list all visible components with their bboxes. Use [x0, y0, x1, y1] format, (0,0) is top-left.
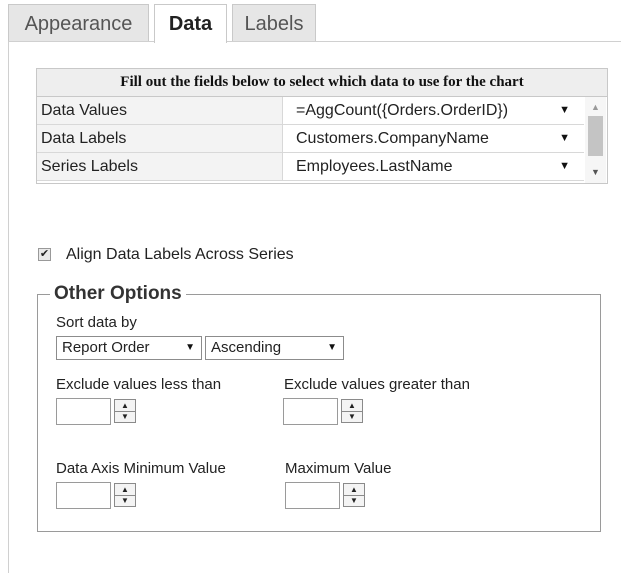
stepper-buttons: ▲ ▼ — [114, 399, 136, 423]
spin-down-icon[interactable]: ▼ — [344, 495, 364, 506]
align-labels-checkbox[interactable]: ✔ — [38, 248, 51, 261]
spin-down-icon[interactable]: ▼ — [342, 411, 362, 422]
grid-header: Fill out the fields below to select whic… — [37, 69, 607, 97]
data-values-select[interactable]: =AggCount({Orders.OrderID}) ▼ — [284, 97, 584, 124]
grid-row-value: Employees.LastName — [296, 158, 453, 175]
data-fields-grid: Fill out the fields below to select whic… — [36, 68, 608, 184]
sort-direction-value: Ascending — [211, 339, 282, 356]
scroll-down-icon[interactable]: ▼ — [585, 165, 606, 179]
exclude-greater-label: Exclude values greater than — [284, 376, 470, 393]
panel-left-border — [8, 41, 9, 573]
stepper-buttons: ▲ ▼ — [341, 399, 363, 423]
series-labels-select[interactable]: Employees.LastName ▼ — [284, 153, 584, 180]
spin-down-icon[interactable]: ▼ — [115, 411, 135, 422]
spin-down-icon[interactable]: ▼ — [115, 495, 135, 506]
exclude-greater-stepper[interactable]: ▲ ▼ — [283, 398, 367, 425]
caret-down-icon[interactable]: ▼ — [559, 153, 570, 180]
scroll-up-icon[interactable]: ▲ — [585, 101, 606, 113]
axis-min-label: Data Axis Minimum Value — [56, 460, 226, 477]
axis-min-input[interactable] — [56, 482, 111, 509]
exclude-greater-input[interactable] — [283, 398, 338, 425]
grid-row-value: =AggCount({Orders.OrderID}) — [296, 102, 509, 119]
sort-by-value: Report Order — [62, 339, 150, 356]
axis-max-input[interactable] — [285, 482, 340, 509]
sort-data-label: Sort data by — [56, 314, 137, 331]
other-options-title: Other Options — [50, 282, 186, 306]
axis-max-label: Maximum Value — [285, 460, 392, 477]
stepper-buttons: ▲ ▼ — [343, 483, 365, 507]
grid-row-series-labels[interactable]: Series Labels Employees.LastName ▼ — [37, 153, 584, 181]
tab-data[interactable]: Data — [154, 4, 227, 43]
data-labels-select[interactable]: Customers.CompanyName ▼ — [284, 125, 584, 152]
caret-down-icon[interactable]: ▼ — [559, 125, 570, 152]
grid-row-label: Data Labels — [37, 125, 283, 152]
sort-by-select[interactable]: Report Order ▼ — [56, 336, 202, 360]
grid-row-data-labels[interactable]: Data Labels Customers.CompanyName ▼ — [37, 125, 584, 153]
checkmark-icon: ✔ — [39, 248, 50, 260]
align-labels-label[interactable]: Align Data Labels Across Series — [66, 245, 294, 265]
scrollbar-thumb[interactable] — [588, 116, 603, 156]
tab-appearance[interactable]: Appearance — [8, 4, 149, 42]
grid-row-label: Data Values — [37, 97, 283, 124]
grid-row-value: Customers.CompanyName — [296, 130, 489, 147]
exclude-less-stepper[interactable]: ▲ ▼ — [56, 398, 140, 425]
panel-top-border — [8, 41, 621, 42]
grid-scrollbar[interactable]: ▲ ▼ — [585, 97, 606, 183]
grid-row-label: Series Labels — [37, 153, 283, 180]
caret-down-icon: ▼ — [327, 342, 337, 353]
tab-bar: Appearance Data Labels — [0, 0, 621, 43]
caret-down-icon: ▼ — [185, 342, 195, 353]
axis-min-stepper[interactable]: ▲ ▼ — [56, 482, 140, 509]
grid-row-data-values[interactable]: Data Values =AggCount({Orders.OrderID}) … — [37, 97, 584, 125]
stepper-buttons: ▲ ▼ — [114, 483, 136, 507]
caret-down-icon[interactable]: ▼ — [559, 97, 570, 124]
sort-direction-select[interactable]: Ascending ▼ — [205, 336, 344, 360]
exclude-less-input[interactable] — [56, 398, 111, 425]
tab-labels[interactable]: Labels — [232, 4, 316, 42]
exclude-less-label: Exclude values less than — [56, 376, 222, 393]
axis-max-stepper[interactable]: ▲ ▼ — [285, 482, 369, 509]
